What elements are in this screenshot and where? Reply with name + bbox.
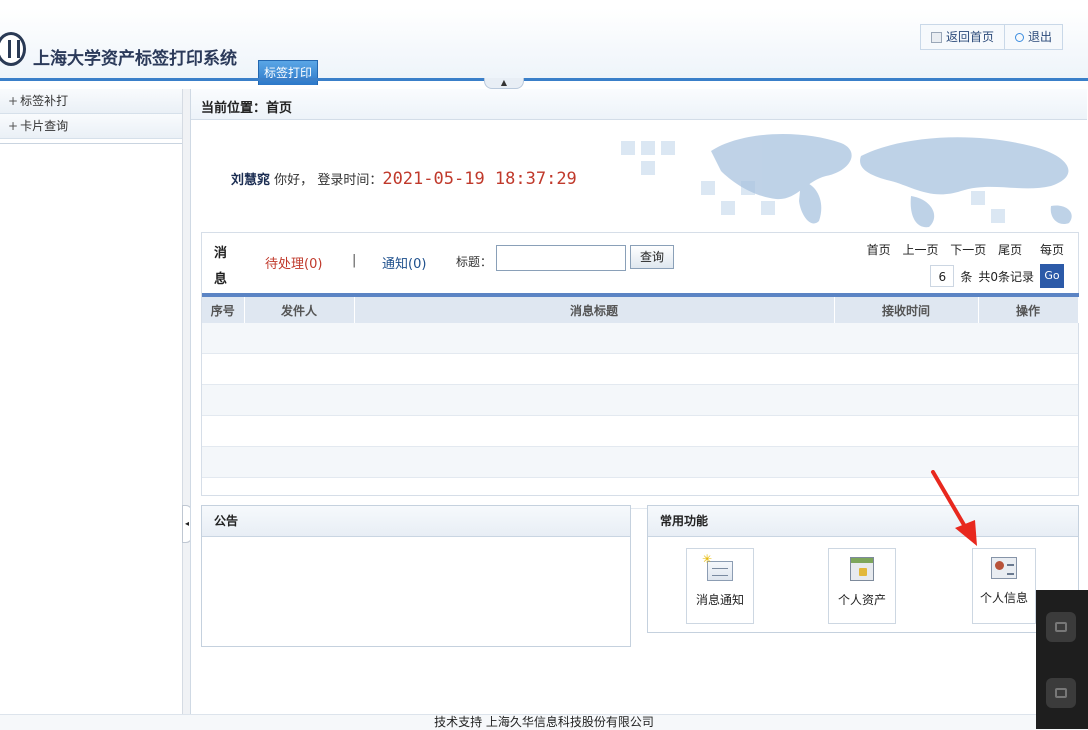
return-home-label: 返回首页: [946, 30, 995, 44]
top-links: 返回首页 退出: [920, 24, 1064, 50]
logout-label: 退出: [1028, 30, 1053, 44]
toolbar-separator: |: [352, 253, 357, 268]
login-time-value: 2021-05-19 18:37:29: [382, 169, 577, 189]
function-label: 消息通知: [695, 593, 744, 607]
table-row: [202, 323, 1078, 354]
app-header: 上海大学资产标签打印系统 标签打印 返回首页 退出: [0, 8, 1088, 85]
announcement-panel: 公告: [201, 505, 631, 647]
personal-asset-icon: [850, 557, 874, 581]
tab-label-print[interactable]: 标签打印: [258, 60, 318, 85]
breadcrumb: 当前位置：首页: [191, 89, 1087, 120]
plus-icon: +: [8, 119, 19, 133]
personal-asset-button[interactable]: 个人资产: [828, 548, 896, 624]
floating-toolbar: [1036, 590, 1088, 729]
pending-link[interactable]: 待处理(0): [265, 253, 322, 272]
go-button[interactable]: Go: [1040, 264, 1064, 288]
footer-text: 技术支持 上海久华信息科技股份有限公司: [434, 715, 654, 729]
title-search-input[interactable]: [496, 245, 626, 271]
message-panel: 消息 待处理(0) | 通知(0) 标题： 查询 首页 上一页 下一页 尾页 每…: [201, 232, 1079, 509]
next-page-link[interactable]: 下一页: [950, 243, 986, 257]
user-name: 刘慧窕: [231, 173, 271, 188]
personal-info-icon: [991, 557, 1017, 579]
login-time-label: 登录时间：: [317, 173, 383, 188]
collapse-header-toggle[interactable]: ▲: [484, 78, 524, 89]
main-content: 当前位置：首页 刘慧窕 你好， 登录时间：2021-05-19 18:37:29…: [190, 89, 1087, 714]
sidebar-item-label-reprint[interactable]: + 标签补打: [0, 89, 182, 114]
welcome-message: 刘慧窕 你好， 登录时间：2021-05-19 18:37:29: [231, 169, 577, 189]
column-header[interactable]: 消息标题: [354, 295, 835, 323]
screen-share-icon[interactable]: [1046, 678, 1076, 708]
table-row: [202, 415, 1078, 447]
screen-share-icon[interactable]: [1046, 612, 1076, 642]
functions-title: 常用功能: [648, 506, 1078, 537]
return-home-link[interactable]: 返回首页: [921, 25, 1004, 49]
function-label: 个人资产: [837, 593, 886, 607]
greeting-text: 你好，: [274, 173, 314, 188]
table-row: [202, 353, 1078, 385]
column-header[interactable]: 序号: [202, 295, 245, 323]
app-title: 上海大学资产标签打印系统: [33, 49, 237, 69]
per-page-label: 每页: [1039, 243, 1064, 257]
message-toolbar: 消息 待处理(0) | 通知(0) 标题： 查询 首页 上一页 下一页 尾页 每…: [202, 233, 1078, 293]
first-page-link[interactable]: 首页: [867, 243, 891, 257]
sidebar-item-label: 标签补打: [20, 94, 69, 108]
plus-icon: +: [8, 94, 19, 108]
annotation-arrow-icon: [931, 470, 977, 546]
column-header[interactable]: 发件人: [244, 295, 355, 323]
announcement-title: 公告: [202, 506, 630, 537]
common-functions-panel: 常用功能 消息通知 个人资产 个人信息: [647, 505, 1079, 633]
sidebar-divider: [0, 139, 182, 144]
breadcrumb-text: 当前位置：首页: [201, 101, 293, 116]
page-size-unit: 条: [960, 269, 973, 284]
table-header-row: 序号 发件人 消息标题 接收时间 操作: [202, 295, 1079, 323]
column-header[interactable]: 操作: [978, 295, 1079, 323]
sidebar-item-label: 卡片查询: [20, 119, 69, 133]
pagination: 首页 上一页 下一页 尾页 每页 6 条 共0条记录 Go: [859, 241, 1064, 288]
personal-info-button[interactable]: 个人信息: [972, 548, 1036, 624]
home-icon: [931, 31, 942, 43]
query-button[interactable]: 查询: [630, 245, 674, 269]
world-map-banner: [621, 133, 1072, 228]
power-icon: [1015, 32, 1025, 42]
table-row: [202, 384, 1078, 416]
page-size-input[interactable]: 6: [930, 265, 955, 287]
footer: 技术支持 上海久华信息科技股份有限公司: [0, 714, 1088, 730]
message-notice-button[interactable]: 消息通知: [686, 548, 754, 624]
notice-link[interactable]: 通知(0): [382, 253, 426, 272]
message-notice-icon: [702, 552, 733, 581]
last-page-link[interactable]: 尾页: [998, 243, 1022, 257]
total-records: 共0条记录: [978, 269, 1034, 284]
header-divider: [0, 78, 1088, 81]
sidebar-item-card-query[interactable]: + 卡片查询: [0, 114, 182, 139]
sidebar: + 标签补打 + 卡片查询: [0, 89, 182, 729]
prev-page-link[interactable]: 上一页: [902, 243, 938, 257]
sidebar-splitter[interactable]: [182, 89, 190, 714]
function-label: 个人信息: [979, 591, 1028, 605]
logout-link[interactable]: 退出: [1004, 25, 1062, 49]
column-header[interactable]: 接收时间: [834, 295, 979, 323]
title-filter-label: 标题：: [456, 255, 493, 269]
university-logo-icon: [0, 32, 26, 66]
message-section-label: 消息: [214, 246, 228, 287]
